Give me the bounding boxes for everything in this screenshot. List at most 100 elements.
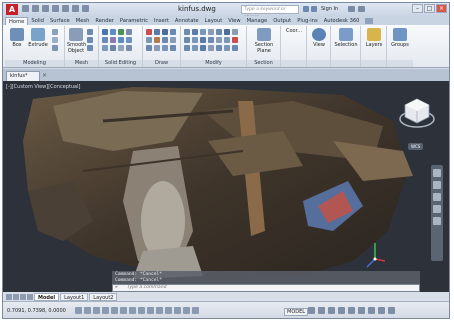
ribbon-tab-plug-ins[interactable]: Plug-ins — [294, 17, 320, 25]
application-menu-button[interactable]: A — [6, 4, 18, 15]
polyline-icon[interactable] — [154, 29, 160, 35]
ribbon-tab-layout[interactable]: Layout — [202, 17, 226, 25]
next-layout-icon[interactable] — [20, 293, 26, 300]
ribbon-tab-render[interactable]: Render — [92, 17, 116, 25]
lineweight-icon[interactable] — [165, 307, 172, 314]
quick-view-layouts-icon[interactable] — [308, 307, 315, 314]
otrack-icon[interactable] — [138, 307, 145, 314]
view-button[interactable]: View — [310, 28, 328, 48]
selection-button[interactable]: Selection — [333, 28, 359, 48]
zoom-icon[interactable] — [433, 193, 441, 201]
lengthen-icon[interactable] — [208, 45, 214, 51]
extrude-button[interactable]: Extrude — [27, 28, 49, 48]
dyn-icon[interactable] — [156, 307, 163, 314]
search-icon[interactable] — [303, 6, 309, 12]
mirror-icon[interactable] — [208, 29, 214, 35]
modeling-panel-title[interactable]: Modeling — [5, 60, 64, 67]
ribbon-tab-parametric[interactable]: Parametric — [117, 17, 151, 25]
previous-layout-icon[interactable] — [13, 293, 19, 300]
new-icon[interactable] — [22, 5, 29, 12]
coordinate-readout[interactable]: 0.7091, 0.7398, 0.0000 — [7, 308, 66, 314]
subtract-icon[interactable] — [110, 29, 116, 35]
fillet-edge-icon[interactable] — [126, 45, 132, 51]
orbit-icon[interactable] — [433, 205, 441, 213]
sweep-icon[interactable] — [52, 37, 58, 43]
move-icon[interactable] — [184, 29, 190, 35]
first-layout-icon[interactable] — [6, 293, 12, 300]
3d-osnap-icon[interactable] — [129, 307, 136, 314]
rotate-icon[interactable] — [192, 29, 198, 35]
annotation-scale-icon[interactable] — [328, 307, 335, 314]
explode-icon[interactable] — [216, 37, 222, 43]
layout-tab-layout2[interactable]: Layout2 — [89, 292, 118, 301]
help-icon[interactable] — [358, 6, 365, 12]
ribbon-minimize-icon[interactable] — [365, 17, 374, 24]
array-icon[interactable] — [224, 29, 230, 35]
hatch-icon[interactable] — [154, 37, 160, 43]
rectangle-icon[interactable] — [146, 37, 152, 43]
chamfer-icon[interactable] — [208, 37, 214, 43]
clean-screen-icon[interactable] — [388, 307, 395, 314]
ribbon-tab-insert[interactable]: Insert — [151, 17, 172, 25]
extract-edges-icon[interactable] — [126, 29, 132, 35]
interfere-icon[interactable] — [102, 45, 108, 51]
steering-wheel-icon[interactable] — [433, 169, 441, 177]
polar-icon[interactable] — [111, 307, 118, 314]
section-panel-title[interactable]: Section — [247, 60, 280, 67]
trim-icon[interactable] — [184, 37, 190, 43]
loft-icon[interactable] — [52, 45, 58, 51]
user-icon[interactable] — [311, 6, 317, 12]
wcs-menu[interactable]: WCS — [408, 143, 424, 150]
redo-icon[interactable] — [82, 5, 89, 12]
mesh-panel-title[interactable]: Mesh — [65, 60, 98, 67]
annotation-visibility-icon[interactable] — [338, 307, 345, 314]
maximize-button[interactable]: □ — [424, 4, 435, 13]
ribbon-tab-mesh[interactable]: Mesh — [73, 17, 93, 25]
section-plane-button[interactable]: Section Plane — [250, 28, 278, 54]
grid-icon[interactable] — [93, 307, 100, 314]
viewcube-icon[interactable] — [397, 95, 437, 135]
document-tab[interactable]: kinfus* — [6, 71, 40, 81]
scale-icon[interactable] — [232, 29, 238, 35]
extend-icon[interactable] — [192, 37, 198, 43]
draw-panel-title[interactable]: Draw — [143, 60, 180, 67]
isolate-objects-icon[interactable] — [378, 307, 385, 314]
save-icon[interactable] — [42, 5, 49, 12]
shell-icon[interactable] — [126, 37, 132, 43]
refine-mesh-icon[interactable] — [87, 45, 93, 51]
document-tab-close[interactable]: × — [42, 72, 47, 79]
drawing-viewport[interactable]: [-][Custom View][Conceptual] WCS Command… — [3, 81, 449, 292]
layout-tab-model[interactable]: Model — [34, 292, 60, 301]
showmotion-icon[interactable] — [433, 217, 441, 225]
model-space-toggle[interactable]: MODEL — [284, 308, 309, 316]
arc-icon[interactable] — [170, 29, 176, 35]
smooth-less-icon[interactable] — [87, 37, 93, 43]
ribbon-tab-manage[interactable]: Manage — [244, 17, 271, 25]
circle-icon[interactable] — [162, 29, 168, 35]
workspace-switching-icon[interactable] — [348, 307, 355, 314]
blend-icon[interactable] — [216, 45, 222, 51]
smooth-object-button[interactable]: Smooth Object — [67, 28, 86, 54]
selection-cycling-icon[interactable] — [192, 307, 199, 314]
layers-button[interactable]: Layers — [363, 28, 385, 48]
exchange-icon[interactable] — [348, 6, 355, 12]
ribbon-tab-surface[interactable]: Surface — [47, 17, 73, 25]
ribbon-tab-autodesk-360[interactable]: Autodesk 360 — [321, 17, 363, 25]
slice-icon[interactable] — [102, 37, 108, 43]
copy-icon[interactable] — [200, 29, 206, 35]
point-icon[interactable] — [154, 45, 160, 51]
last-layout-icon[interactable] — [27, 293, 33, 300]
ribbon-tab-home[interactable]: Home — [5, 17, 29, 25]
offset-icon[interactable] — [184, 45, 190, 51]
edit-polyline-icon[interactable] — [224, 45, 230, 51]
undo-icon[interactable] — [72, 5, 79, 12]
ellipse-icon[interactable] — [162, 37, 168, 43]
ducs-icon[interactable] — [147, 307, 154, 314]
viewport-controls-label[interactable]: [-][Custom View][Conceptual] — [6, 84, 80, 90]
line-icon[interactable] — [146, 29, 152, 35]
ribbon-tab-solid[interactable]: Solid — [28, 17, 47, 25]
groups-button[interactable]: Groups — [389, 28, 411, 48]
match-properties-icon[interactable] — [232, 45, 238, 51]
snap-icon[interactable] — [84, 307, 91, 314]
transparency-icon[interactable] — [174, 307, 181, 314]
